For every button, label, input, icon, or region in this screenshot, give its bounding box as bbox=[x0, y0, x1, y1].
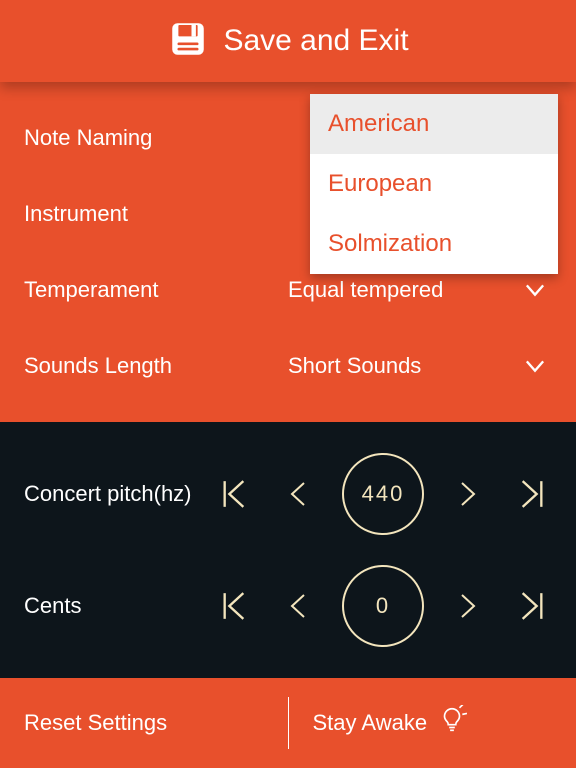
header-bar: Save and Exit bbox=[0, 0, 576, 82]
sounds-length-label: Sounds Length bbox=[24, 353, 288, 379]
settings-panel: Note Naming Instrument Temperament Equal… bbox=[0, 82, 576, 422]
lightbulb-icon bbox=[437, 705, 467, 741]
skip-first-icon[interactable] bbox=[214, 589, 254, 623]
stepper-panel: Concert pitch(hz) 440 Cents bbox=[0, 422, 576, 678]
skip-last-icon[interactable] bbox=[512, 477, 552, 511]
concert-pitch-value: 440 bbox=[342, 453, 424, 535]
dropdown-option-european[interactable]: European bbox=[310, 154, 558, 214]
cents-label: Cents bbox=[24, 592, 214, 620]
bottom-bar: Reset Settings Stay Awake bbox=[0, 678, 576, 768]
dropdown-option-solmization[interactable]: Solmization bbox=[310, 214, 558, 274]
prev-icon[interactable] bbox=[278, 477, 318, 511]
instrument-label: Instrument bbox=[24, 201, 288, 227]
stay-awake-label: Stay Awake bbox=[313, 710, 428, 736]
next-icon[interactable] bbox=[448, 589, 488, 623]
chevron-down-icon bbox=[518, 352, 552, 380]
reset-settings-button[interactable]: Reset Settings bbox=[0, 678, 288, 768]
temperament-value: Equal tempered bbox=[288, 277, 518, 303]
row-concert-pitch: Concert pitch(hz) 440 bbox=[0, 438, 576, 550]
row-cents: Cents 0 bbox=[0, 550, 576, 662]
next-icon[interactable] bbox=[448, 477, 488, 511]
skip-first-icon[interactable] bbox=[214, 477, 254, 511]
row-sounds-length[interactable]: Sounds Length Short Sounds bbox=[0, 328, 576, 404]
skip-last-icon[interactable] bbox=[512, 589, 552, 623]
note-naming-dropdown: American European Solmization bbox=[310, 94, 558, 274]
note-naming-label: Note Naming bbox=[24, 125, 288, 151]
concert-pitch-label: Concert pitch(hz) bbox=[24, 480, 214, 508]
sounds-length-value: Short Sounds bbox=[288, 353, 518, 379]
reset-settings-label: Reset Settings bbox=[24, 710, 167, 736]
temperament-label: Temperament bbox=[24, 277, 288, 303]
dropdown-option-american[interactable]: American bbox=[310, 94, 558, 154]
save-and-exit-button[interactable]: Save and Exit bbox=[223, 24, 408, 58]
concert-pitch-controls: 440 bbox=[214, 453, 552, 535]
chevron-down-icon bbox=[518, 276, 552, 304]
cents-value: 0 bbox=[342, 565, 424, 647]
cents-controls: 0 bbox=[214, 565, 552, 647]
prev-icon[interactable] bbox=[278, 589, 318, 623]
stay-awake-button[interactable]: Stay Awake bbox=[289, 678, 576, 768]
save-icon bbox=[167, 18, 209, 65]
